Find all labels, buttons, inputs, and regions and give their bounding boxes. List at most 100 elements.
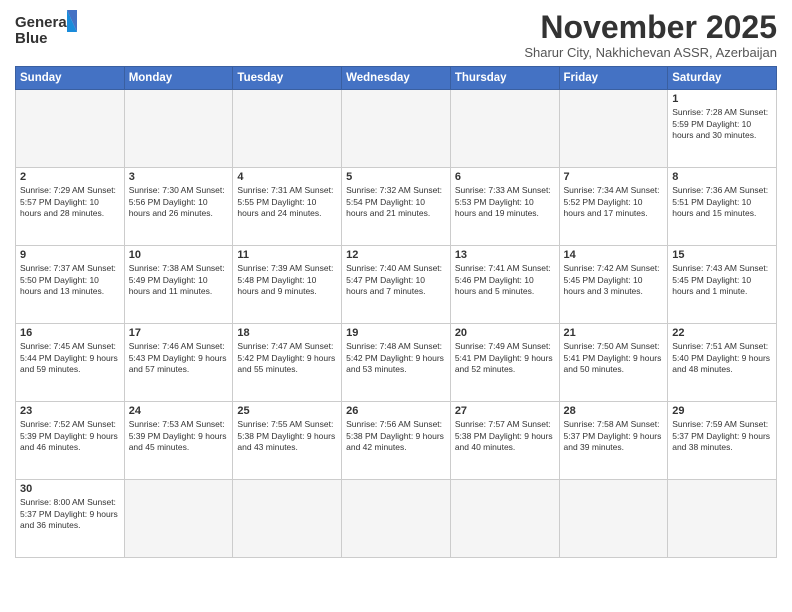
day-info: Sunrise: 7:36 AM Sunset: 5:51 PM Dayligh… xyxy=(672,185,772,219)
day-info: Sunrise: 7:59 AM Sunset: 5:37 PM Dayligh… xyxy=(672,419,772,453)
day-info: Sunrise: 7:52 AM Sunset: 5:39 PM Dayligh… xyxy=(20,419,120,453)
table-row xyxy=(450,480,559,558)
day-number: 16 xyxy=(20,327,120,339)
calendar-week-row: 9 Sunrise: 7:37 AM Sunset: 5:50 PM Daylig… xyxy=(16,246,777,324)
day-info: Sunrise: 7:45 AM Sunset: 5:44 PM Dayligh… xyxy=(20,341,120,375)
day-number: 26 xyxy=(346,405,446,417)
header-sunday: Sunday xyxy=(16,67,125,90)
day-number: 25 xyxy=(237,405,337,417)
table-row: 26 Sunrise: 7:56 AM Sunset: 5:38 PM Dayli… xyxy=(342,402,451,480)
table-row xyxy=(124,90,233,168)
table-row: 3Sunrise: 7:30 AM Sunset: 5:56 PM Daylig… xyxy=(124,168,233,246)
table-row xyxy=(668,480,777,558)
day-number: 30 xyxy=(20,483,120,495)
header-monday: Monday xyxy=(124,67,233,90)
day-info: Sunrise: 7:40 AM Sunset: 5:47 PM Dayligh… xyxy=(346,263,446,297)
table-row: 18Sunrise: 7:47 AM Sunset: 5:42 PM Dayli… xyxy=(233,324,342,402)
day-number: 14 xyxy=(564,249,664,261)
day-info: Sunrise: 7:46 AM Sunset: 5:43 PM Dayligh… xyxy=(129,341,229,375)
day-info: Sunrise: 7:37 AM Sunset: 5:50 PM Dayligh… xyxy=(20,263,120,297)
table-row: 11 Sunrise: 7:39 AM Sunset: 5:48 PM Dayli… xyxy=(233,246,342,324)
generalblue-logo-icon: GeneralBlue xyxy=(15,10,85,50)
table-row: 5Sunrise: 7:32 AM Sunset: 5:54 PM Daylig… xyxy=(342,168,451,246)
table-row: 29 Sunrise: 7:59 AM Sunset: 5:37 PM Dayli… xyxy=(668,402,777,480)
table-row: 30Sunrise: 8:00 AM Sunset: 5:37 PM Dayli… xyxy=(16,480,125,558)
table-row: 6 Sunrise: 7:33 AM Sunset: 5:53 PM Daylig… xyxy=(450,168,559,246)
day-number: 15 xyxy=(672,249,772,261)
header-thursday: Thursday xyxy=(450,67,559,90)
table-row: 22 Sunrise: 7:51 AM Sunset: 5:40 PM Dayli… xyxy=(668,324,777,402)
day-info: Sunrise: 7:32 AM Sunset: 5:54 PM Dayligh… xyxy=(346,185,446,219)
day-number: 7 xyxy=(564,171,664,183)
day-number: 24 xyxy=(129,405,229,417)
table-row xyxy=(559,90,668,168)
table-row xyxy=(342,480,451,558)
table-row: 17 Sunrise: 7:46 AM Sunset: 5:43 PM Dayli… xyxy=(124,324,233,402)
table-row: 2Sunrise: 7:29 AM Sunset: 5:57 PM Daylig… xyxy=(16,168,125,246)
table-row: 20Sunrise: 7:49 AM Sunset: 5:41 PM Dayli… xyxy=(450,324,559,402)
day-info: Sunrise: 7:43 AM Sunset: 5:45 PM Dayligh… xyxy=(672,263,772,297)
page: GeneralBlue November 2025 Sharur City, N… xyxy=(0,0,792,612)
day-number: 17 xyxy=(129,327,229,339)
table-row: 7 Sunrise: 7:34 AM Sunset: 5:52 PM Daylig… xyxy=(559,168,668,246)
table-row xyxy=(559,480,668,558)
day-info: Sunrise: 7:30 AM Sunset: 5:56 PM Dayligh… xyxy=(129,185,229,219)
table-row: 15 Sunrise: 7:43 AM Sunset: 5:45 PM Dayli… xyxy=(668,246,777,324)
day-number: 9 xyxy=(20,249,120,261)
day-number: 6 xyxy=(455,171,555,183)
day-number: 11 xyxy=(237,249,337,261)
table-row: 14Sunrise: 7:42 AM Sunset: 5:45 PM Dayli… xyxy=(559,246,668,324)
day-number: 18 xyxy=(237,327,337,339)
day-number: 20 xyxy=(455,327,555,339)
table-row: 13Sunrise: 7:41 AM Sunset: 5:46 PM Dayli… xyxy=(450,246,559,324)
day-info: Sunrise: 7:58 AM Sunset: 5:37 PM Dayligh… xyxy=(564,419,664,453)
day-info: Sunrise: 7:53 AM Sunset: 5:39 PM Dayligh… xyxy=(129,419,229,453)
table-row xyxy=(124,480,233,558)
header-friday: Friday xyxy=(559,67,668,90)
table-row: 8 Sunrise: 7:36 AM Sunset: 5:51 PM Daylig… xyxy=(668,168,777,246)
day-info: Sunrise: 7:31 AM Sunset: 5:55 PM Dayligh… xyxy=(237,185,337,219)
location-subtitle: Sharur City, Nakhichevan ASSR, Azerbaija… xyxy=(524,45,777,60)
day-info: Sunrise: 7:56 AM Sunset: 5:38 PM Dayligh… xyxy=(346,419,446,453)
day-info: Sunrise: 7:33 AM Sunset: 5:53 PM Dayligh… xyxy=(455,185,555,219)
header-tuesday: Tuesday xyxy=(233,67,342,90)
day-number: 4 xyxy=(237,171,337,183)
calendar-week-row: 16 Sunrise: 7:45 AM Sunset: 5:44 PM Dayli… xyxy=(16,324,777,402)
table-row xyxy=(450,90,559,168)
table-row xyxy=(233,480,342,558)
calendar-week-row: 1Sunrise: 7:28 AM Sunset: 5:59 PM Daylig… xyxy=(16,90,777,168)
table-row: 10Sunrise: 7:38 AM Sunset: 5:49 PM Dayli… xyxy=(124,246,233,324)
table-row: 28 Sunrise: 7:58 AM Sunset: 5:37 PM Dayli… xyxy=(559,402,668,480)
day-info: Sunrise: 7:28 AM Sunset: 5:59 PM Dayligh… xyxy=(672,107,772,141)
calendar-week-row: 2Sunrise: 7:29 AM Sunset: 5:57 PM Daylig… xyxy=(16,168,777,246)
day-info: Sunrise: 7:48 AM Sunset: 5:42 PM Dayligh… xyxy=(346,341,446,375)
day-number: 8 xyxy=(672,171,772,183)
title-area: November 2025 Sharur City, Nakhichevan A… xyxy=(524,10,777,60)
svg-text:General: General xyxy=(15,14,71,31)
day-info: Sunrise: 7:55 AM Sunset: 5:38 PM Dayligh… xyxy=(237,419,337,453)
calendar-week-row: 30Sunrise: 8:00 AM Sunset: 5:37 PM Dayli… xyxy=(16,480,777,558)
day-number: 28 xyxy=(564,405,664,417)
table-row: 24 Sunrise: 7:53 AM Sunset: 5:39 PM Dayli… xyxy=(124,402,233,480)
table-row: 4 Sunrise: 7:31 AM Sunset: 5:55 PM Daylig… xyxy=(233,168,342,246)
day-info: Sunrise: 7:57 AM Sunset: 5:38 PM Dayligh… xyxy=(455,419,555,453)
day-info: Sunrise: 7:39 AM Sunset: 5:48 PM Dayligh… xyxy=(237,263,337,297)
table-row: 12 Sunrise: 7:40 AM Sunset: 5:47 PM Dayli… xyxy=(342,246,451,324)
day-info: Sunrise: 7:50 AM Sunset: 5:41 PM Dayligh… xyxy=(564,341,664,375)
header-wednesday: Wednesday xyxy=(342,67,451,90)
table-row: 21Sunrise: 7:50 AM Sunset: 5:41 PM Dayli… xyxy=(559,324,668,402)
day-number: 23 xyxy=(20,405,120,417)
table-row: 27 Sunrise: 7:57 AM Sunset: 5:38 PM Dayli… xyxy=(450,402,559,480)
day-number: 29 xyxy=(672,405,772,417)
calendar-header-row: Sunday Monday Tuesday Wednesday Thursday… xyxy=(16,67,777,90)
header: GeneralBlue November 2025 Sharur City, N… xyxy=(15,10,777,60)
day-number: 22 xyxy=(672,327,772,339)
day-number: 2 xyxy=(20,171,120,183)
day-info: Sunrise: 7:51 AM Sunset: 5:40 PM Dayligh… xyxy=(672,341,772,375)
day-number: 12 xyxy=(346,249,446,261)
day-number: 19 xyxy=(346,327,446,339)
day-number: 27 xyxy=(455,405,555,417)
calendar-week-row: 23 Sunrise: 7:52 AM Sunset: 5:39 PM Dayli… xyxy=(16,402,777,480)
day-info: Sunrise: 7:41 AM Sunset: 5:46 PM Dayligh… xyxy=(455,263,555,297)
day-info: Sunrise: 7:34 AM Sunset: 5:52 PM Dayligh… xyxy=(564,185,664,219)
